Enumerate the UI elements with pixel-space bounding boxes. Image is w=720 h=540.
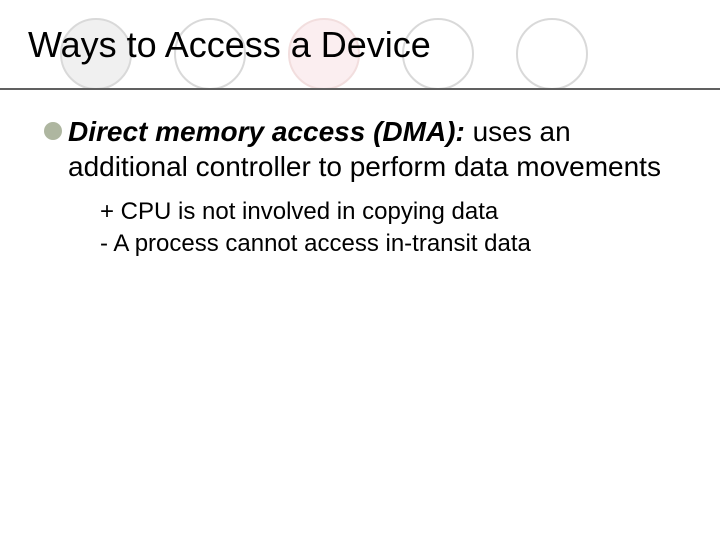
bullet-icon xyxy=(44,122,62,140)
slide-title: Ways to Access a Device xyxy=(28,24,692,66)
bullet-item: Direct memory access (DMA): uses an addi… xyxy=(44,114,676,184)
sub-list: + CPU is not involved in copying data - … xyxy=(44,184,676,261)
sub-item-minus: - A process cannot access in-transit dat… xyxy=(100,228,676,260)
bullet-term: Direct memory access (DMA): xyxy=(68,116,465,147)
slide-content: Direct memory access (DMA): uses an addi… xyxy=(0,66,720,261)
sub-item-plus: + CPU is not involved in copying data xyxy=(100,196,676,228)
bullet-text: Direct memory access (DMA): uses an addi… xyxy=(68,114,676,184)
